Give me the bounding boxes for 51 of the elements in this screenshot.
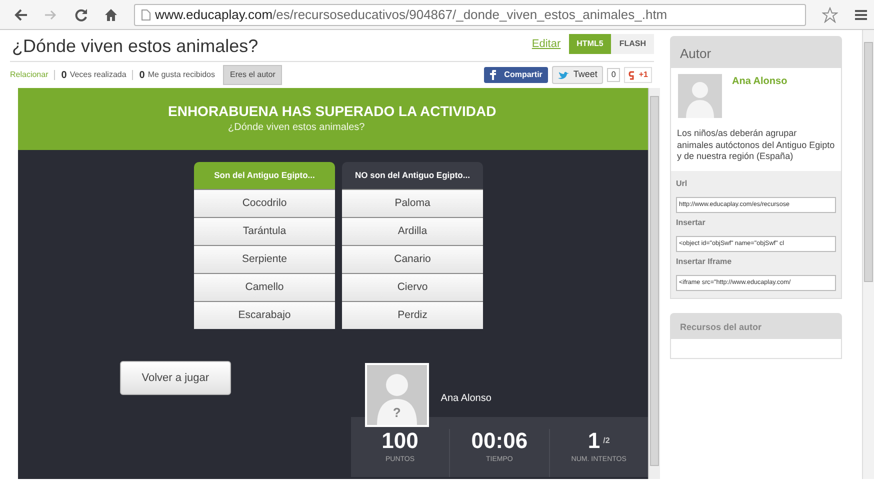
answer-tile[interactable]: Tarántula: [194, 217, 335, 245]
stat-count: 0: [139, 68, 145, 82]
answer-tile[interactable]: Serpiente: [194, 245, 335, 273]
scrollbar[interactable]: [648, 88, 660, 479]
author-button[interactable]: Eres el autor: [223, 65, 282, 85]
menu-icon[interactable]: [854, 8, 868, 20]
unknown-mark: ?: [392, 404, 402, 422]
answer-tile[interactable]: Camello: [194, 273, 335, 301]
user-avatar-icon: [678, 74, 722, 118]
answer-tile[interactable]: Ardilla: [342, 217, 483, 245]
tweet-button[interactable]: Tweet: [552, 66, 604, 84]
page-icon: [141, 8, 151, 20]
panel-heading: Recursos del autor: [670, 313, 842, 340]
group-heading[interactable]: NO son del Antiguo Egipto...: [342, 162, 483, 189]
activity-description: Los niños/as deberán agrupar animales autóctonos del Antiguo Egipto y de nuestra región (España): [676, 127, 836, 164]
banner-title: ENHORABUENA HAS SUPERADO LA ACTIVIDAD: [168, 103, 498, 120]
field-label: Insertar Iframe: [676, 256, 733, 268]
score-value: 100: [382, 428, 418, 453]
score-value: 1: [588, 428, 600, 453]
panel-heading: Autor: [670, 36, 842, 68]
score-total: /2: [603, 436, 610, 445]
field-label: Url: [676, 178, 688, 190]
plus-one-button[interactable]: +1: [624, 67, 652, 83]
stat-count: 0: [61, 68, 67, 82]
replay-button[interactable]: Volver a jugar: [120, 361, 231, 395]
bird-icon: [558, 70, 570, 80]
answer-tile[interactable]: Cocodrilo: [194, 189, 335, 217]
scrollbar[interactable]: [862, 30, 874, 479]
page-title: ¿Dónde viven estos animales?: [12, 36, 258, 58]
score-value: 00:06: [471, 428, 528, 453]
reload-icon[interactable]: [74, 8, 88, 22]
banner-subtitle: ¿Dónde viven estos animales?: [228, 120, 366, 135]
answer-tile[interactable]: Ciervo: [342, 273, 483, 301]
share-button[interactable]: Compartir: [484, 67, 548, 83]
home-icon[interactable]: [104, 8, 118, 22]
stat-label: Me gusta recibidos: [148, 69, 216, 81]
answer-tile[interactable]: Perdiz: [342, 301, 483, 329]
player-name: Ana Alonso: [440, 392, 492, 406]
tweet-count: 0: [607, 68, 620, 82]
answer-tile[interactable]: Escarabajo: [194, 301, 335, 329]
stat-label: Veces realizada: [70, 69, 126, 81]
field-label: Insertar: [676, 217, 706, 230]
url-text: www.educaplay.com/es/recursoseducativos/904867/_donde_viven_estos_animales_.htm: [154, 6, 668, 24]
back-icon[interactable]: [14, 8, 28, 22]
answer-tile[interactable]: Paloma: [342, 189, 483, 217]
activity-type: Relacionar: [10, 69, 48, 81]
facebook-icon: [490, 70, 496, 80]
address-bar[interactable]: www.educaplay.com/es/recursoseducativos/904867/_donde_viven_estos_animales_.htm: [134, 4, 806, 26]
star-icon[interactable]: [822, 6, 838, 22]
answer-tile[interactable]: Canario: [342, 245, 483, 273]
mode-tab[interactable]: FLASH: [611, 34, 654, 54]
